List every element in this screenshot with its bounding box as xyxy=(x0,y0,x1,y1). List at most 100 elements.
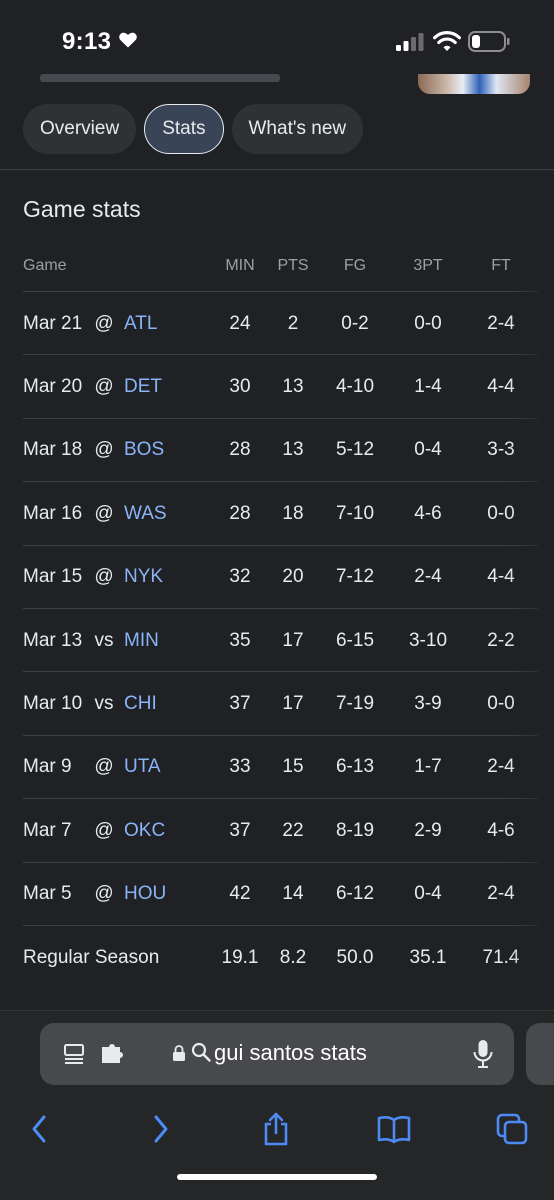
opponent-link[interactable]: MIN xyxy=(124,630,159,652)
table-row: Mar 16 @ WAS 28 18 7-10 4-6 0-0 xyxy=(0,482,554,546)
tab-stats[interactable]: Stats xyxy=(144,104,224,154)
microphone-icon[interactable] xyxy=(472,1039,494,1069)
game-location: @ xyxy=(94,376,114,398)
opponent-link[interactable]: OKC xyxy=(124,820,165,842)
stat-ft: 2-4 xyxy=(487,312,515,334)
wifi-icon xyxy=(433,31,461,51)
section-title: Game stats xyxy=(23,196,141,222)
stat-ft: 2-4 xyxy=(487,756,515,778)
stat-ft: 0-0 xyxy=(487,502,515,524)
scrolled-header-fragment xyxy=(40,68,280,82)
header-pts: PTS xyxy=(277,257,309,274)
stat-ft: 4-4 xyxy=(487,566,515,588)
stat-3pt: 2-4 xyxy=(414,566,442,588)
stat-fg: 6-15 xyxy=(335,629,375,651)
table-row: Mar 7 @ OKC 37 22 8-19 2-9 4-6 xyxy=(0,799,554,863)
table-row: Mar 5 @ HOU 42 14 6-12 0-4 2-4 xyxy=(0,863,554,926)
season-pts: 8.2 xyxy=(279,946,307,968)
browser-toolbar: gui santos stats xyxy=(0,1010,554,1200)
season-ft: 71.4 xyxy=(482,946,520,968)
opponent-link[interactable]: UTA xyxy=(124,756,161,778)
browser-nav xyxy=(0,1101,554,1161)
stat-fg: 5-12 xyxy=(335,439,375,461)
address-text[interactable]: gui santos stats xyxy=(214,1040,367,1066)
game-date: Mar 5 xyxy=(23,883,72,905)
stat-fg: 7-12 xyxy=(335,566,375,588)
game-location: @ xyxy=(94,312,114,334)
stat-ft: 3-3 xyxy=(487,439,515,461)
address-bar[interactable]: gui santos stats xyxy=(40,1023,514,1085)
opponent-link[interactable]: BOS xyxy=(124,439,164,461)
bookmarks-icon[interactable] xyxy=(376,1114,412,1144)
forward-icon[interactable] xyxy=(149,1113,171,1145)
table-row: Mar 13 vs MIN 35 17 6-15 3-10 2-2 xyxy=(0,609,554,673)
stat-min: 28 xyxy=(229,502,251,524)
lock-icon xyxy=(173,1045,185,1061)
stat-min: 37 xyxy=(229,819,251,841)
stat-min: 28 xyxy=(229,439,251,461)
header-game: Game xyxy=(23,257,67,274)
opponent-link[interactable]: CHI xyxy=(124,693,157,715)
table-row: Mar 21 @ ATL 24 2 0-2 0-0 2-4 xyxy=(0,292,554,356)
stat-pts: 20 xyxy=(282,566,304,588)
season-fg: 50.0 xyxy=(336,946,374,968)
tab-whats-new[interactable]: What's new xyxy=(231,104,364,154)
tabs-button[interactable] xyxy=(494,1111,530,1147)
stat-pts: 13 xyxy=(282,439,304,461)
stat-pts: 15 xyxy=(282,756,304,778)
divider xyxy=(0,169,554,170)
stat-fg: 6-13 xyxy=(335,756,375,778)
opponent-link[interactable]: ATL xyxy=(124,313,157,335)
table-row: Mar 20 @ DET 30 13 4-10 1-4 4-4 xyxy=(0,355,554,419)
reader-icon[interactable] xyxy=(62,1042,86,1066)
next-tab-address-bar[interactable] xyxy=(526,1023,554,1085)
tab-overview[interactable]: Overview xyxy=(23,104,137,154)
game-location: vs xyxy=(94,629,114,651)
game-date: Mar 18 xyxy=(23,439,83,461)
home-indicator[interactable] xyxy=(177,1174,377,1180)
bookmarks-button[interactable] xyxy=(376,1111,412,1147)
forward-button[interactable] xyxy=(142,1111,178,1147)
share-button[interactable] xyxy=(258,1111,294,1147)
opponent-link[interactable]: HOU xyxy=(124,883,166,905)
header-min: MIN xyxy=(225,257,255,274)
opponent-link[interactable]: WAS xyxy=(124,503,167,525)
game-date: Mar 7 xyxy=(23,819,72,841)
table-row: Mar 18 @ BOS 28 13 5-12 0-4 3-3 xyxy=(0,419,554,483)
stat-pts: 2 xyxy=(287,312,299,334)
season-label: Regular Season xyxy=(23,946,160,968)
stat-fg: 7-10 xyxy=(335,502,375,524)
stat-fg: 8-19 xyxy=(335,819,375,841)
opponent-link[interactable]: NYK xyxy=(124,566,163,588)
tabs-icon[interactable] xyxy=(495,1112,529,1146)
opponent-link[interactable]: DET xyxy=(124,376,162,398)
game-location: @ xyxy=(94,502,114,524)
game-location: @ xyxy=(94,439,114,461)
game-stats-table: Game MIN PTS FG 3PT FT Mar 21 @ ATL 24 2… xyxy=(0,240,554,989)
share-icon[interactable] xyxy=(260,1111,292,1147)
search-icon xyxy=(191,1042,211,1062)
stat-pts: 18 xyxy=(282,502,304,524)
back-button[interactable] xyxy=(22,1111,58,1147)
table-row: Mar 15 @ NYK 32 20 7-12 2-4 4-4 xyxy=(0,546,554,609)
stat-min: 33 xyxy=(229,756,251,778)
player-thumbnail[interactable] xyxy=(418,74,530,94)
stat-ft: 0-0 xyxy=(487,693,515,715)
game-date: Mar 21 xyxy=(23,312,83,334)
stat-pts: 17 xyxy=(282,629,304,651)
season-3pt: 35.1 xyxy=(409,946,447,968)
stat-3pt: 2-9 xyxy=(414,819,442,841)
stat-min: 37 xyxy=(229,693,251,715)
stat-3pt: 3-9 xyxy=(414,693,442,715)
stat-min: 35 xyxy=(229,629,251,651)
game-location: vs xyxy=(94,693,114,715)
header-fg: FG xyxy=(343,257,367,274)
stat-ft: 2-4 xyxy=(487,883,515,905)
stat-fg: 0-2 xyxy=(341,312,369,334)
game-date: Mar 16 xyxy=(23,502,83,524)
back-icon[interactable] xyxy=(29,1113,51,1145)
game-location: @ xyxy=(94,819,114,841)
stat-pts: 14 xyxy=(282,883,304,905)
stat-3pt: 1-7 xyxy=(414,756,442,778)
extension-icon[interactable] xyxy=(100,1042,126,1066)
